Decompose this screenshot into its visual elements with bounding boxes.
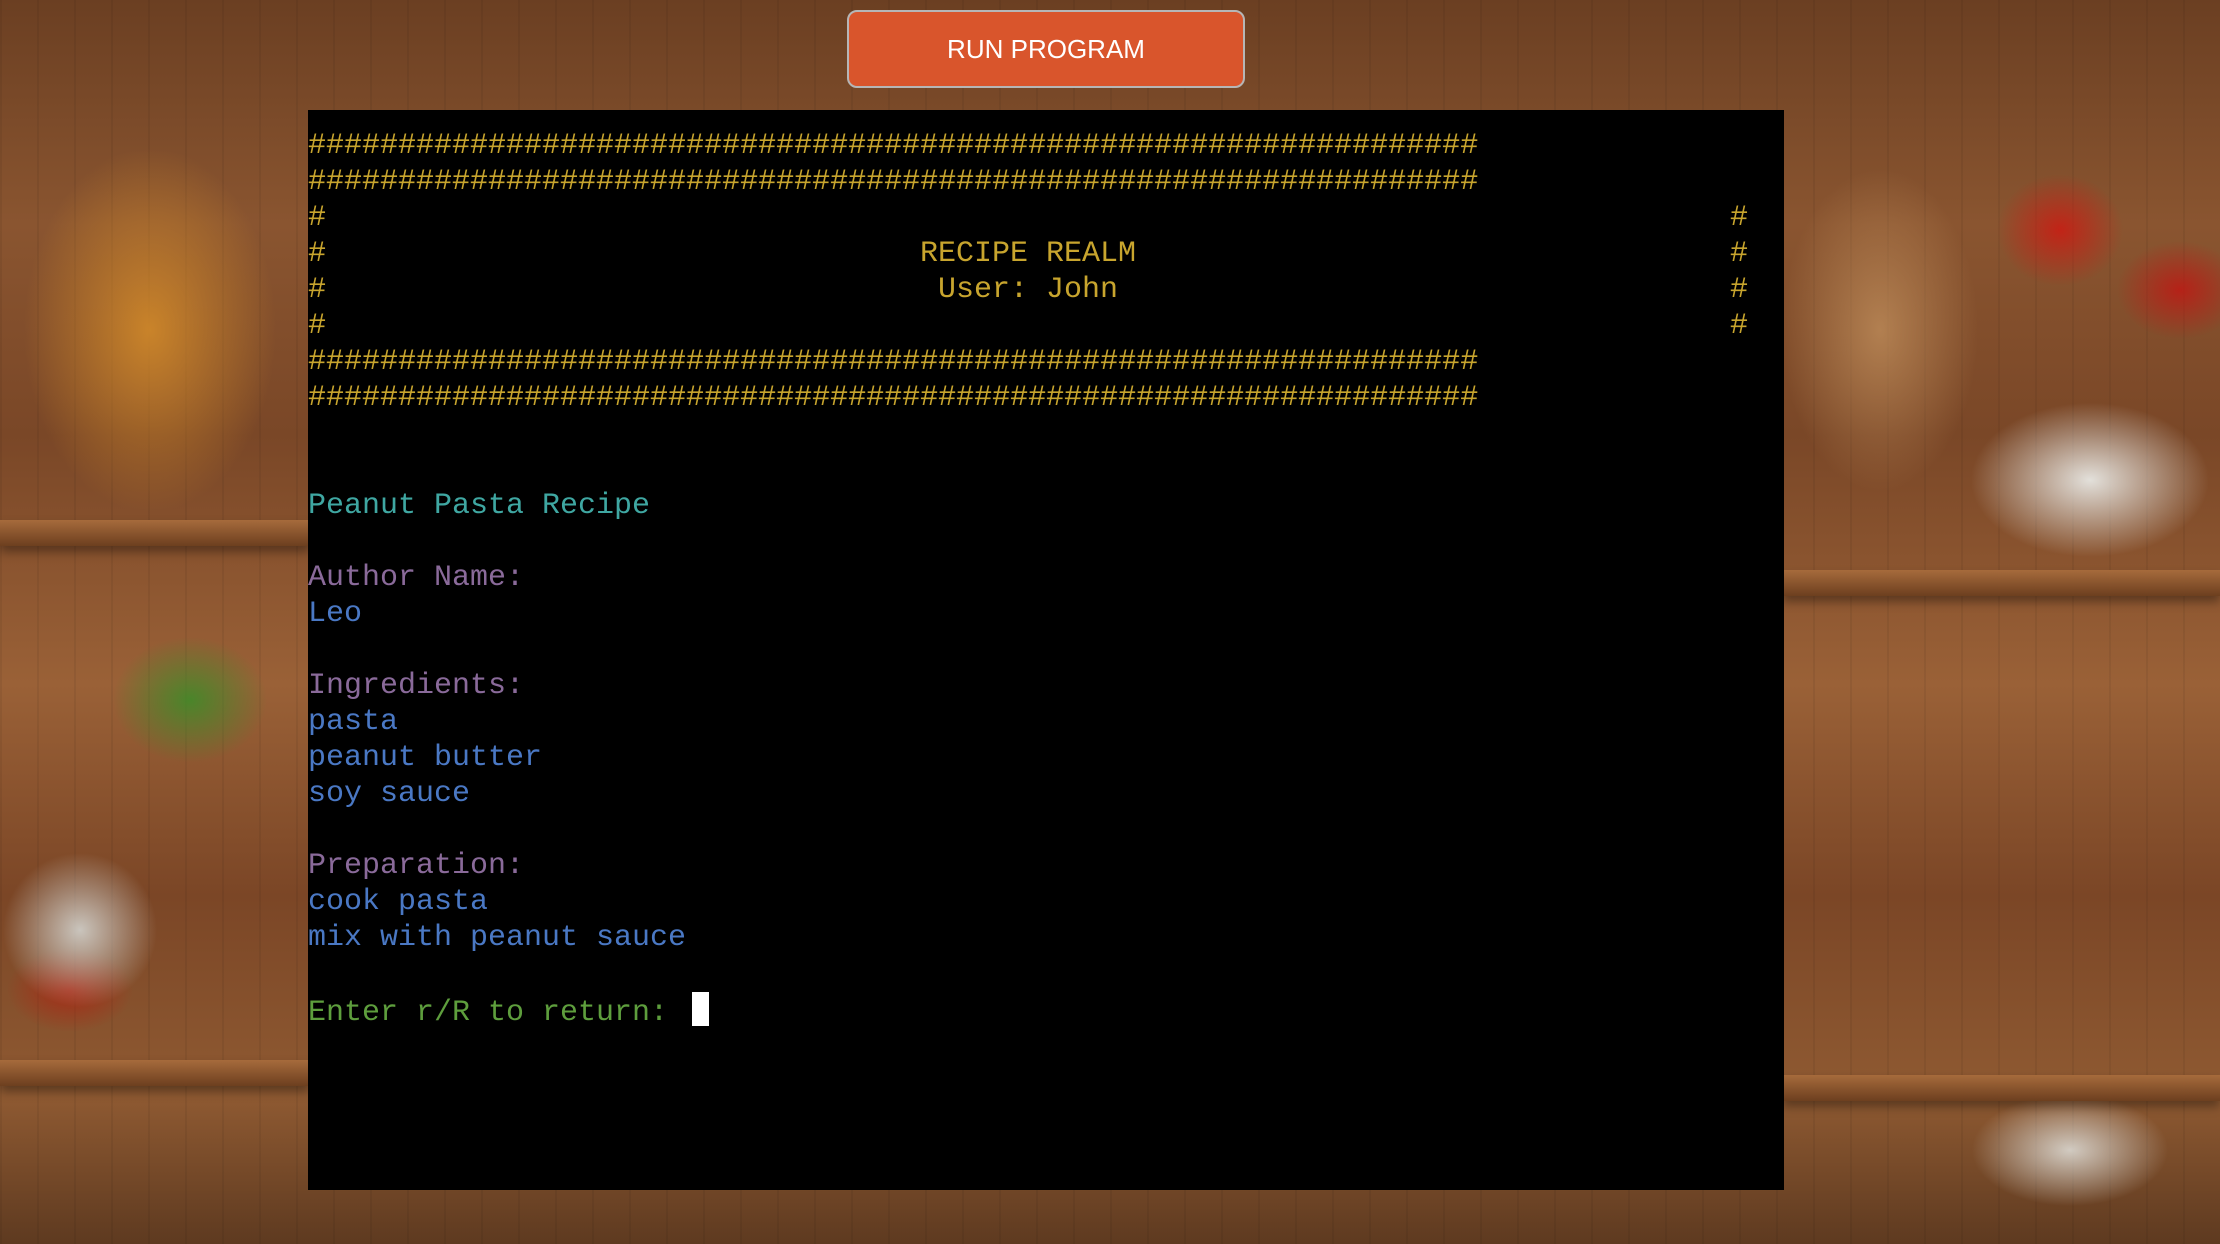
banner-hash-row: ########################################… [308,381,1479,415]
text-cursor[interactable] [692,992,710,1026]
return-prompt-line[interactable]: Enter r/R to return: [308,992,710,1030]
banner-side-hash-right: # [1730,237,1749,271]
app-title: RECIPE REALM [919,237,1137,271]
banner-hash-row: ########################################… [308,129,1479,163]
author-label: Author Name: [308,561,525,595]
banner-hash-row: ########################################… [308,345,1479,379]
background-shelf [1782,570,2220,596]
background-shelf [1782,1075,2220,1101]
author-value: Leo [308,597,363,631]
ingredient-item: soy sauce [308,777,471,811]
ingredient-item: pasta [308,705,399,739]
run-program-button[interactable]: RUN PROGRAM [847,10,1245,88]
banner-hash-row: ########################################… [308,165,1479,199]
background-shelf [0,1060,310,1086]
user-line: User: John [937,273,1119,307]
ingredients-label: Ingredients: [308,669,525,703]
return-prompt-text: Enter r/R to return: [308,996,687,1030]
ingredient-item: peanut butter [308,741,543,775]
banner-side-hash-left: # [308,201,327,235]
banner-side-hash-left: # [308,309,327,343]
preparation-label: Preparation: [308,849,525,883]
preparation-step: cook pasta [308,885,489,919]
terminal-window[interactable]: ########################################… [308,110,1784,1190]
banner-side-hash-right: # [1730,309,1749,343]
banner-side-hash-right: # [1730,273,1749,307]
preparation-step: mix with peanut sauce [308,921,687,955]
banner-side-hash-right: # [1730,201,1749,235]
background-shelf [0,520,310,546]
recipe-title: Peanut Pasta Recipe [308,489,651,523]
